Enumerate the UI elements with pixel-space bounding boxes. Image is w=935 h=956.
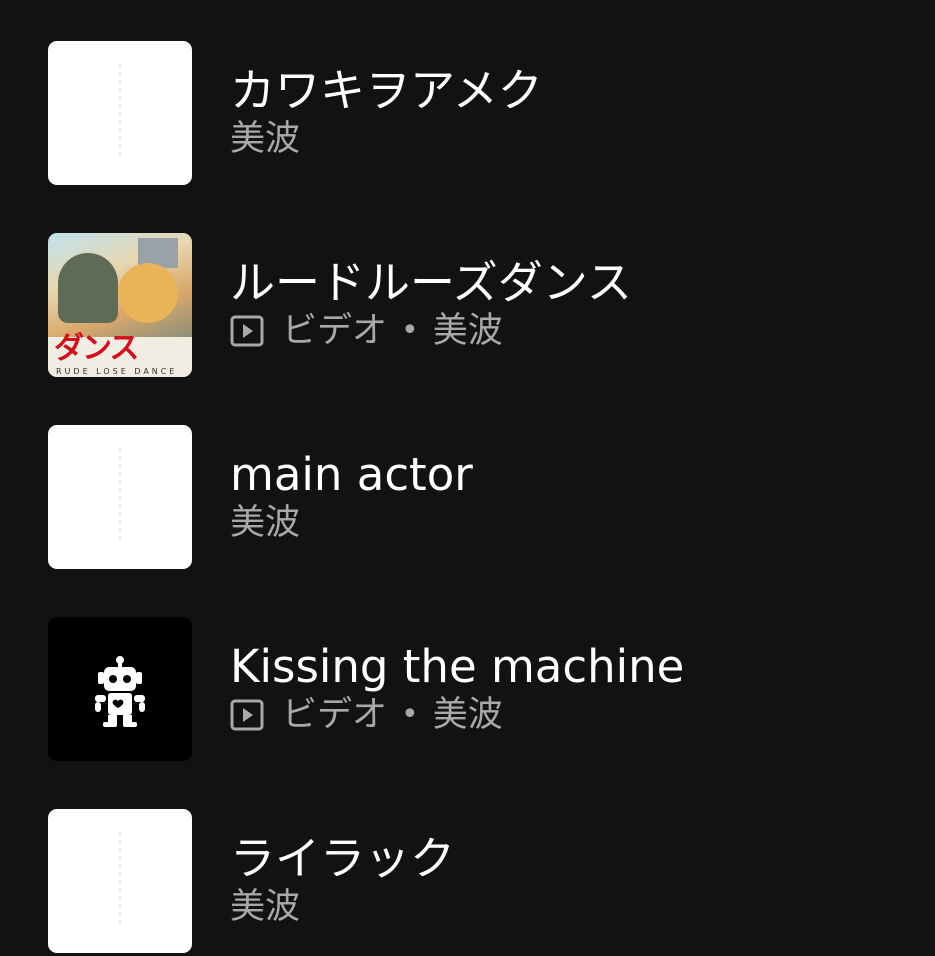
track-artist: 美波: [230, 119, 301, 159]
track-title: ルードルーズダンス: [230, 256, 632, 309]
track-subtitle: ビデオ • 美波: [230, 309, 632, 353]
track-list: カワキヲアメク 美波 ダンス RUDE LOSE DANCE ルードルーズダンス…: [0, 0, 935, 956]
album-art-subtitle: RUDE LOSE DANCE: [56, 367, 178, 376]
album-art-decoration: [118, 263, 178, 323]
track-artist: 美波: [432, 311, 503, 351]
track-type: ビデオ: [282, 311, 388, 351]
album-art: [48, 425, 192, 569]
album-art-decoration: [119, 833, 121, 929]
album-art-title: ダンス: [54, 331, 139, 366]
track-artist: 美波: [230, 503, 301, 543]
album-art: ダンス RUDE LOSE DANCE: [48, 233, 192, 377]
track-info: main actor 美波: [230, 449, 473, 545]
track-title: ライラック: [230, 832, 456, 885]
album-art: [48, 41, 192, 185]
track-artist: 美波: [432, 695, 503, 735]
track-title: main actor: [230, 448, 473, 501]
list-item[interactable]: ライラック 美波: [48, 809, 888, 953]
album-art-decoration: [119, 65, 121, 161]
track-subtitle: 美波: [230, 885, 455, 929]
album-art-decoration: [119, 449, 121, 545]
album-art: [48, 617, 192, 761]
separator: •: [401, 313, 419, 348]
album-art-decoration: [58, 253, 118, 323]
track-info: Kissing the machine ビデオ • 美波: [230, 641, 684, 737]
track-subtitle: ビデオ • 美波: [230, 693, 684, 737]
track-info: ルードルーズダンス ビデオ • 美波: [230, 257, 632, 353]
list-item[interactable]: Kissing the machine ビデオ • 美波: [48, 617, 888, 761]
video-icon: [230, 699, 264, 731]
track-artist: 美波: [230, 887, 301, 927]
list-item[interactable]: ダンス RUDE LOSE DANCE ルードルーズダンス ビデオ • 美波: [48, 233, 888, 377]
track-type: ビデオ: [282, 695, 388, 735]
track-title: Kissing the machine: [230, 640, 685, 693]
track-subtitle: 美波: [230, 501, 473, 545]
track-info: カワキヲアメク 美波: [230, 65, 543, 161]
video-icon: [230, 315, 264, 347]
list-item[interactable]: カワキヲアメク 美波: [48, 41, 888, 185]
track-subtitle: 美波: [230, 117, 543, 161]
album-art: [48, 809, 192, 953]
track-title: カワキヲアメク: [230, 64, 543, 117]
separator: •: [401, 697, 419, 732]
list-item[interactable]: main actor 美波: [48, 425, 888, 569]
robot-icon: [95, 656, 145, 727]
track-info: ライラック 美波: [230, 833, 455, 929]
